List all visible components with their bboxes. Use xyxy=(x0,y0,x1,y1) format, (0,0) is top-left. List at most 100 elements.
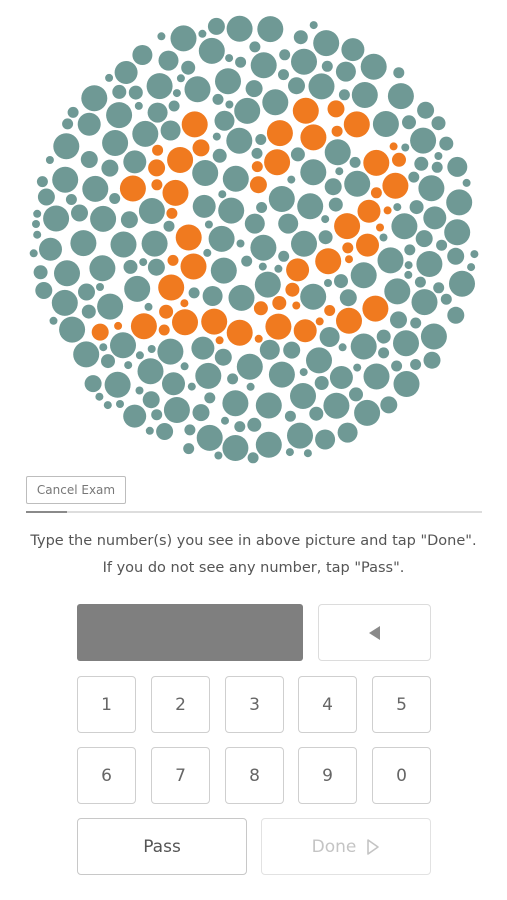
plate-dot xyxy=(379,233,388,242)
plate-dot xyxy=(176,74,185,83)
plate-dot xyxy=(363,149,390,176)
plate-dot xyxy=(104,371,131,398)
plate-dot xyxy=(106,102,133,129)
plate-dot xyxy=(253,301,268,316)
key-8[interactable]: 8 xyxy=(225,747,284,804)
plate-dot xyxy=(384,278,411,305)
plate-dot xyxy=(241,255,253,267)
key-5[interactable]: 5 xyxy=(372,676,431,733)
plate-dot xyxy=(391,213,418,240)
plate-dot xyxy=(89,255,116,282)
plate-dot xyxy=(191,336,215,360)
plate-dot xyxy=(291,48,317,75)
progress-bar-fill xyxy=(26,511,68,513)
pass-button-label: Pass xyxy=(143,836,181,857)
plate-dot xyxy=(345,255,353,264)
plate-dot xyxy=(134,101,143,110)
plate-dot xyxy=(372,111,399,137)
plate-dot xyxy=(175,224,202,251)
key-3[interactable]: 3 xyxy=(225,676,284,733)
plate-dot xyxy=(124,361,133,370)
plate-dot xyxy=(334,213,361,240)
plate-dot xyxy=(65,194,77,205)
plate-dot xyxy=(335,61,356,82)
plate-dot xyxy=(300,159,327,186)
plate-dot xyxy=(285,282,300,297)
plate-dot xyxy=(391,360,403,372)
plate-dot xyxy=(101,159,119,177)
plate-dot xyxy=(410,127,437,154)
plate-dot xyxy=(470,250,479,259)
plate-dot xyxy=(73,341,100,368)
plate-dot xyxy=(135,386,144,395)
backspace-triangle-icon xyxy=(368,625,380,640)
plate-dot xyxy=(208,225,235,252)
plate-dot xyxy=(201,308,228,335)
plate-dot xyxy=(254,334,263,343)
cancel-exam-button[interactable]: Cancel Exam xyxy=(26,476,126,504)
key-4[interactable]: 4 xyxy=(298,676,357,733)
plate-dot xyxy=(315,248,342,275)
plate-dot xyxy=(341,38,365,62)
plate-dot xyxy=(49,316,58,325)
plate-dot xyxy=(128,85,143,100)
plate-dot xyxy=(157,32,166,41)
plate-dot xyxy=(383,206,392,215)
plate-dot xyxy=(204,392,216,404)
plate-dot xyxy=(274,264,283,273)
plate-dot xyxy=(218,197,245,224)
plate-dot xyxy=(268,186,295,212)
plate-dot xyxy=(324,279,332,287)
plate-dot xyxy=(144,302,153,311)
plate-dot xyxy=(207,17,225,35)
plate-dot xyxy=(380,396,398,414)
key-9[interactable]: 9 xyxy=(298,747,357,804)
plate-dot xyxy=(221,416,229,425)
plate-dot xyxy=(300,283,327,310)
done-button[interactable]: Done xyxy=(261,818,431,875)
plate-dot xyxy=(78,283,95,301)
plate-dot xyxy=(447,156,468,177)
plate-dot xyxy=(319,327,340,347)
plate-dot xyxy=(33,209,42,218)
plate-dot xyxy=(160,120,181,141)
plate-dot xyxy=(420,323,447,350)
progress-bar xyxy=(26,511,482,513)
plate-dot xyxy=(67,106,79,118)
plate-dot xyxy=(377,247,404,274)
plate-dot xyxy=(390,311,407,329)
key-6[interactable]: 6 xyxy=(77,747,136,804)
key-1[interactable]: 1 xyxy=(77,676,136,733)
plate-dot xyxy=(313,30,340,57)
key-7[interactable]: 7 xyxy=(151,747,210,804)
plate-dot xyxy=(188,287,200,299)
plate-dot xyxy=(309,406,324,421)
plate-dot xyxy=(247,417,262,432)
plate-dot xyxy=(90,205,117,232)
plate-dot xyxy=(378,347,390,359)
pass-button[interactable]: Pass xyxy=(77,818,247,875)
backspace-button[interactable] xyxy=(318,604,431,661)
plate-dot xyxy=(184,424,196,436)
plate-dot xyxy=(363,363,390,390)
plate-dot xyxy=(335,167,344,176)
plate-dot xyxy=(54,260,80,287)
plate-dot xyxy=(195,362,222,389)
plate-dot xyxy=(350,262,377,289)
plate-dot xyxy=(45,156,54,164)
plate-dot xyxy=(187,382,196,391)
plate-dot xyxy=(247,452,259,464)
key-2[interactable]: 2 xyxy=(151,676,210,733)
plate-dot xyxy=(52,166,79,193)
plate-dot xyxy=(417,101,435,119)
plate-dot xyxy=(414,276,426,288)
plate-dot xyxy=(286,258,310,282)
plate-dot xyxy=(393,67,405,79)
plate-dot xyxy=(130,313,157,340)
key-0[interactable]: 0 xyxy=(372,747,431,804)
plate-dot xyxy=(389,142,398,151)
plate-dot xyxy=(323,392,350,419)
plate-dot xyxy=(324,305,336,316)
plate-dot xyxy=(183,443,195,455)
plate-dot xyxy=(105,73,114,82)
